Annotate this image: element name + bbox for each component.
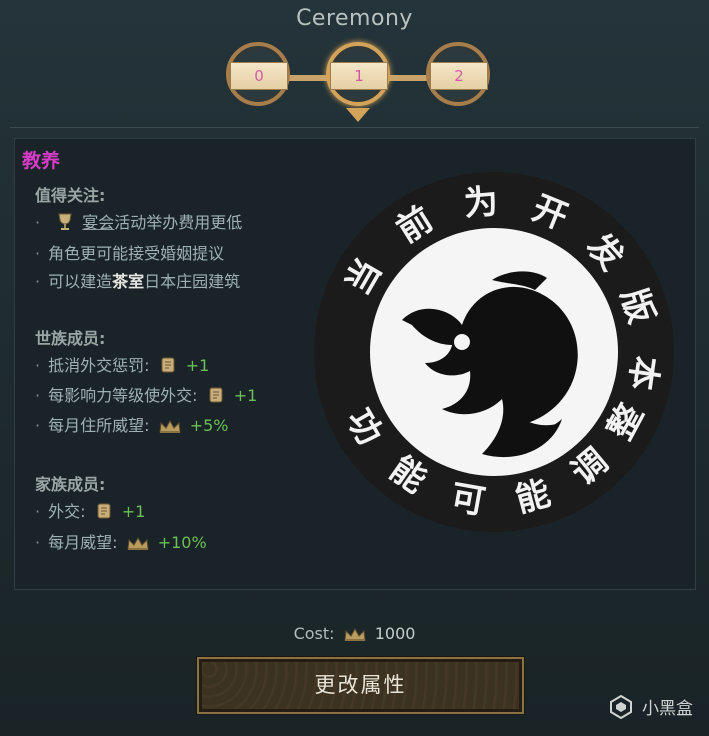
crown-icon bbox=[127, 536, 149, 555]
seal-char: 为 bbox=[462, 181, 500, 224]
dynasty-item: · 每月住所威望: +5% bbox=[35, 412, 228, 438]
house-heading: 家族成员: bbox=[35, 475, 106, 494]
scroll-icon bbox=[95, 502, 113, 524]
house-item: · 外交: +1 bbox=[35, 498, 145, 524]
notable-item: · 可以建造茶室日本庄园建筑 bbox=[35, 272, 241, 291]
cost-line: Cost: 1000 bbox=[0, 624, 709, 646]
panel-title: Ceremony bbox=[296, 6, 413, 31]
tea-house-link[interactable]: 茶室 bbox=[112, 272, 144, 291]
notable-item: · 角色更可能接受婚姻提议 bbox=[35, 244, 225, 263]
active-level-pointer bbox=[346, 108, 370, 122]
notable-heading: 值得关注: bbox=[35, 186, 106, 205]
level-selector: 0 1 2 bbox=[222, 42, 494, 122]
seal-char: 本 bbox=[620, 353, 665, 393]
tenet-title: 教养 bbox=[22, 150, 61, 172]
house-item: · 每月威望: +10% bbox=[35, 529, 207, 555]
scroll-icon bbox=[159, 356, 177, 378]
dev-version-seal: 当前为开发版本功能可能调整 bbox=[312, 170, 676, 534]
crown-icon bbox=[159, 419, 181, 438]
site-watermark: 小黑盒 bbox=[609, 694, 693, 724]
level-tab-0[interactable]: 0 bbox=[230, 62, 288, 90]
header-divider bbox=[10, 127, 699, 128]
dynasty-heading: 世族成员: bbox=[35, 329, 106, 348]
level-tab-1[interactable]: 1 bbox=[330, 62, 388, 90]
change-tenet-button[interactable]: 更改属性 bbox=[197, 657, 524, 714]
crown-icon bbox=[344, 627, 366, 646]
ceremony-panel: Ceremony 0 1 2 教养 值得关注: · 宴会活动举办费用更低 · 角色… bbox=[0, 0, 709, 736]
dynasty-item: · 抵消外交惩罚: +1 bbox=[35, 352, 209, 378]
seal-char: 可 bbox=[447, 477, 489, 523]
cost-value: 1000 bbox=[374, 624, 416, 643]
dynasty-item: · 每影响力等级使外交: +1 bbox=[35, 382, 257, 408]
level-tab-2[interactable]: 2 bbox=[430, 62, 488, 90]
xiaoheihe-logo-icon bbox=[609, 694, 633, 724]
seal-emblem-icon bbox=[314, 172, 674, 532]
banquet-link[interactable]: 宴会 bbox=[82, 213, 114, 232]
goblet-icon bbox=[57, 213, 73, 235]
scroll-icon bbox=[207, 386, 225, 408]
notable-item: · 宴会活动举办费用更低 bbox=[35, 209, 242, 235]
